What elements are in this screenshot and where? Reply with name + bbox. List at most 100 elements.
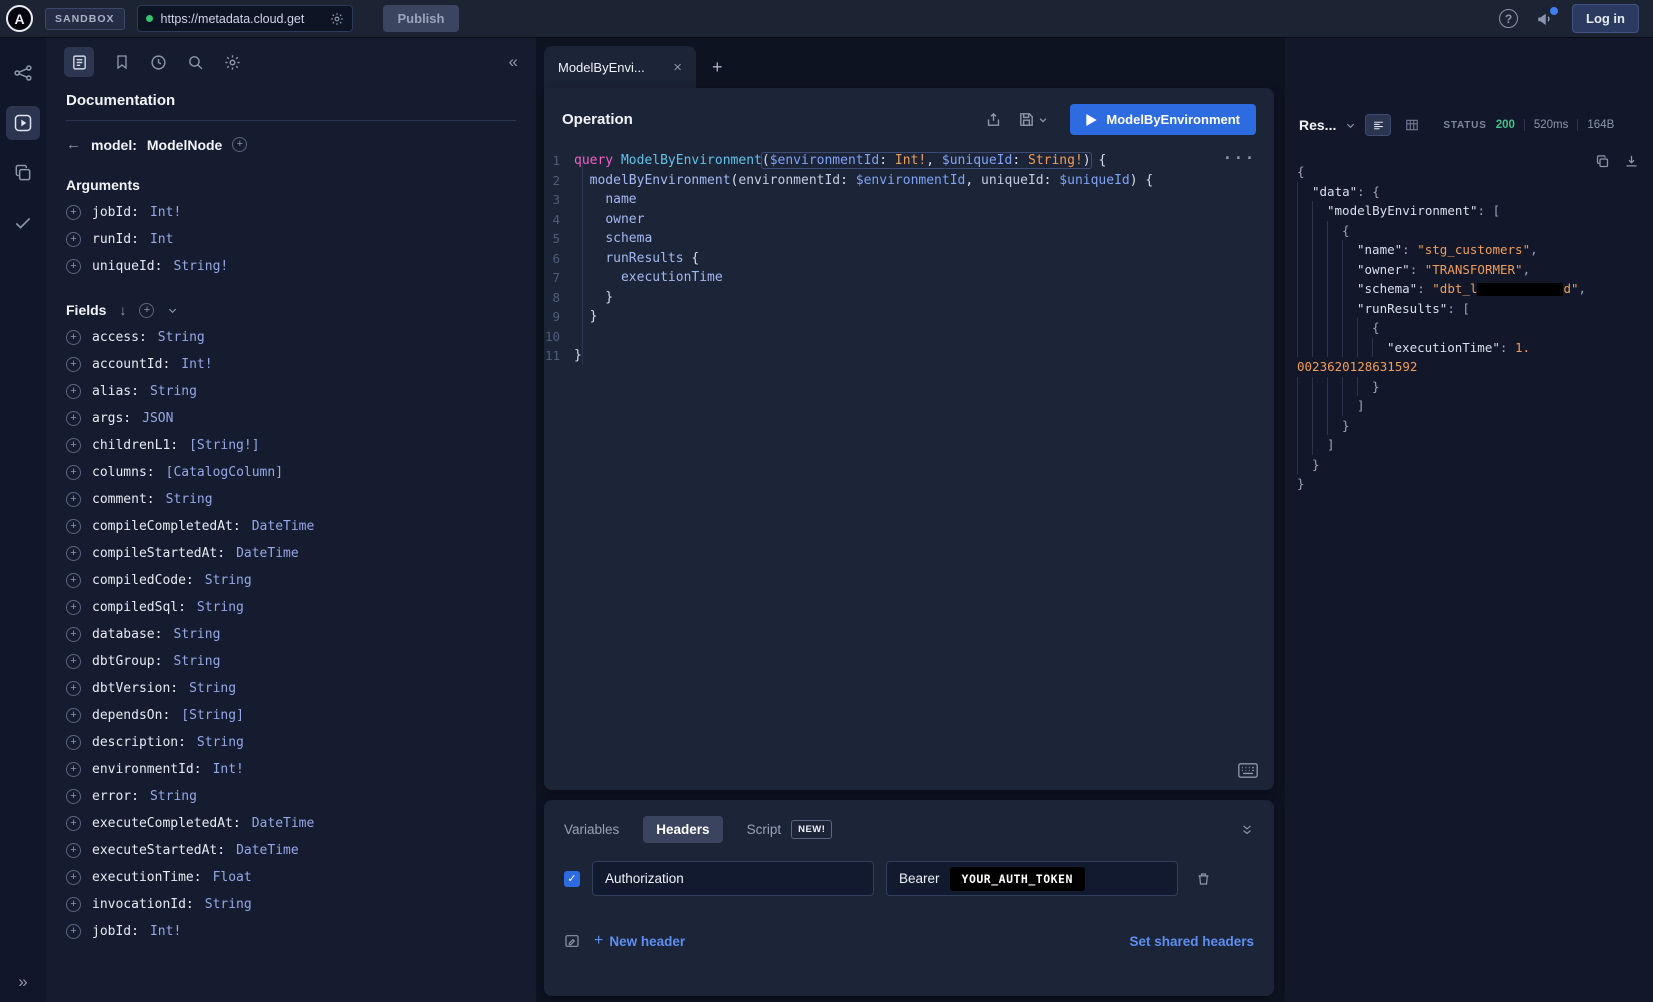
history-clock-icon[interactable] <box>150 54 167 71</box>
search-icon[interactable] <box>187 54 204 71</box>
field-type-link[interactable]: String <box>197 600 244 615</box>
run-operation-button[interactable]: ModelByEnvironment <box>1070 104 1256 135</box>
field-type-link[interactable]: String <box>158 330 205 345</box>
header-key-input[interactable] <box>592 861 874 896</box>
add-to-query-icon[interactable]: + <box>66 546 81 561</box>
docs-type-name[interactable]: ModelNode <box>147 137 222 153</box>
add-to-query-icon[interactable]: + <box>66 438 81 453</box>
add-to-query-icon[interactable]: + <box>66 465 81 480</box>
add-to-query-icon[interactable]: + <box>66 708 81 723</box>
field-type-link[interactable]: Int! <box>213 762 244 777</box>
add-to-query-icon[interactable]: + <box>66 259 81 274</box>
operations-collection-icon[interactable] <box>6 156 40 190</box>
documentation-tab-icon[interactable] <box>64 47 94 77</box>
header-value-input[interactable]: Bearer YOUR_AUTH_TOKEN <box>886 861 1178 896</box>
field-type-link[interactable]: JSON <box>142 411 173 426</box>
field-type-link[interactable]: Int! <box>150 924 181 939</box>
add-fields-icon[interactable]: + <box>139 303 154 318</box>
add-to-query-icon[interactable]: + <box>66 330 81 345</box>
checks-icon[interactable] <box>6 206 40 240</box>
apollo-logo[interactable]: A <box>6 5 33 32</box>
set-shared-headers-button[interactable]: Set shared headers <box>1129 934 1254 949</box>
add-to-query-icon[interactable]: + <box>66 870 81 885</box>
add-to-query-icon[interactable]: + <box>66 492 81 507</box>
field-type-link[interactable]: String <box>189 681 236 696</box>
download-response-icon[interactable] <box>1624 154 1639 169</box>
field-type-link[interactable]: String <box>150 789 197 804</box>
table-view-icon[interactable] <box>1400 114 1424 136</box>
delete-header-icon[interactable] <box>1196 871 1211 887</box>
field-type-link[interactable]: DateTime <box>252 519 315 534</box>
keyboard-shortcuts-icon[interactable] <box>1238 763 1258 778</box>
field-type-link[interactable]: String <box>205 897 252 912</box>
field-type-link[interactable]: String <box>166 492 213 507</box>
add-to-query-icon[interactable]: + <box>66 762 81 777</box>
expand-rail-icon[interactable]: » <box>18 972 27 992</box>
add-to-query-icon[interactable]: + <box>66 924 81 939</box>
field-type-link[interactable]: Int <box>150 232 173 247</box>
add-to-query-icon[interactable]: + <box>66 600 81 615</box>
schema-graph-icon[interactable] <box>6 56 40 90</box>
add-to-query-icon[interactable]: + <box>66 573 81 588</box>
header-enabled-checkbox[interactable]: ✓ <box>564 871 580 887</box>
publish-button[interactable]: Publish <box>383 5 460 32</box>
field-type-link[interactable]: String <box>173 627 220 642</box>
field-type-link[interactable]: String <box>205 573 252 588</box>
copy-response-icon[interactable] <box>1595 154 1610 169</box>
add-to-query-icon[interactable]: + <box>66 384 81 399</box>
close-tab-icon[interactable]: × <box>673 59 682 76</box>
endpoint-url-input[interactable]: https://metadata.cloud.get <box>137 5 353 32</box>
field-type-link[interactable]: [String!] <box>189 438 259 453</box>
field-type-link[interactable]: Int! <box>181 357 212 372</box>
add-to-query-icon[interactable]: + <box>66 411 81 426</box>
login-button[interactable]: Log in <box>1572 4 1639 33</box>
sort-fields-icon[interactable]: ↓ <box>119 302 126 318</box>
add-to-query-icon[interactable]: + <box>66 789 81 804</box>
share-operation-icon[interactable] <box>985 111 1002 128</box>
add-to-query-icon[interactable]: + <box>66 357 81 372</box>
field-type-link[interactable]: [CatalogColumn] <box>166 465 283 480</box>
explorer-settings-gear-icon[interactable] <box>224 54 241 71</box>
add-all-fields-icon[interactable]: + <box>232 137 247 152</box>
environment-headers-icon[interactable] <box>564 933 580 949</box>
new-header-button[interactable]: + New header <box>594 932 685 950</box>
response-title[interactable]: Res... <box>1299 117 1336 133</box>
field-type-link[interactable]: Int! <box>150 205 181 220</box>
add-to-query-icon[interactable]: + <box>66 654 81 669</box>
field-type-link[interactable]: String! <box>173 259 228 274</box>
auth-token-value[interactable]: YOUR_AUTH_TOKEN <box>950 867 1085 891</box>
add-to-query-icon[interactable]: + <box>66 205 81 220</box>
field-type-link[interactable]: String <box>173 654 220 669</box>
response-chevron-down-icon[interactable] <box>1345 120 1356 131</box>
field-type-link[interactable]: DateTime <box>236 843 299 858</box>
fields-chevron-down-icon[interactable] <box>167 305 178 316</box>
tab-variables[interactable]: Variables <box>564 816 619 843</box>
add-to-query-icon[interactable]: + <box>66 519 81 534</box>
add-to-query-icon[interactable]: + <box>66 681 81 696</box>
new-tab-icon[interactable]: + <box>712 58 723 76</box>
add-to-query-icon[interactable]: + <box>66 232 81 247</box>
tab-script[interactable]: Script <box>747 816 782 843</box>
announcements-icon[interactable] <box>1536 10 1554 28</box>
field-type-link[interactable]: String <box>150 384 197 399</box>
collapse-panel-icon[interactable] <box>1240 823 1254 837</box>
save-operation-icon[interactable] <box>1018 111 1048 128</box>
add-to-query-icon[interactable]: + <box>66 843 81 858</box>
add-to-query-icon[interactable]: + <box>66 735 81 750</box>
graphql-editor[interactable]: 1query ModelByEnvironment($environmentId… <box>544 143 1274 790</box>
operation-tab[interactable]: ModelByEnvi... × <box>544 46 696 88</box>
add-to-query-icon[interactable]: + <box>66 816 81 831</box>
field-type-link[interactable]: DateTime <box>236 546 299 561</box>
format-response-icon[interactable] <box>1365 114 1391 136</box>
field-type-link[interactable]: DateTime <box>252 816 315 831</box>
explorer-icon[interactable] <box>6 106 40 140</box>
endpoint-settings-gear-icon[interactable] <box>330 12 344 26</box>
tab-headers[interactable]: Headers <box>643 816 722 843</box>
field-type-link[interactable]: [String] <box>181 708 244 723</box>
saved-operations-bookmark-icon[interactable] <box>114 54 130 70</box>
field-type-link[interactable]: String <box>197 735 244 750</box>
help-icon[interactable]: ? <box>1499 9 1518 28</box>
field-type-link[interactable]: Float <box>213 870 252 885</box>
collapse-docs-icon[interactable]: « <box>509 52 518 72</box>
operation-menu-icon[interactable]: ··· <box>1223 149 1256 167</box>
